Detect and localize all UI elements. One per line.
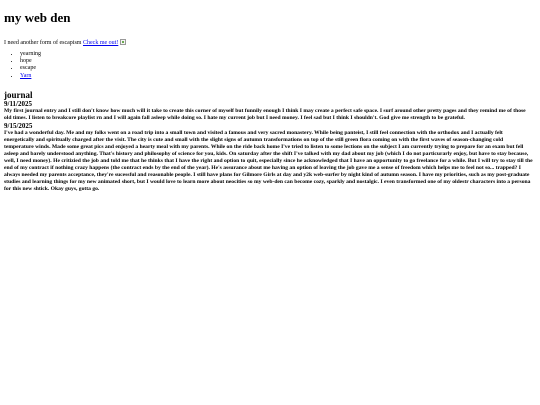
broken-image-icon (119, 39, 126, 45)
entry-body: My first journal entry and I still don't… (4, 107, 526, 121)
entry-date: 9/11/2025 (4, 99, 33, 108)
list-item-hope: hope (20, 58, 536, 65)
check-me-out-link[interactable]: Check me out! (83, 40, 118, 46)
list-item-escape: escape (20, 65, 536, 72)
tagline-text: I need another form of escapism (4, 40, 82, 46)
journal-heading: journal (4, 89, 33, 100)
list-item-yarn: Yarn (20, 73, 536, 80)
site-title: my web den (4, 10, 71, 25)
list-item-label: escape (20, 65, 36, 72)
yarn-link[interactable]: Yarn (20, 73, 31, 79)
list-item-yearning: yearning (20, 51, 536, 58)
tagline: I need another form of escapism Check me… (4, 39, 536, 47)
list-item-label: hope (20, 58, 32, 65)
nav-list: yearning hope escape Yarn (4, 51, 536, 80)
list-item-label: yearning (20, 51, 41, 57)
page: my web den I need another form of escapi… (0, 0, 540, 405)
entry-date: 9/15/2025 (4, 121, 33, 130)
entry-body: I've had a wonderful day. Me and my folk… (4, 129, 533, 192)
